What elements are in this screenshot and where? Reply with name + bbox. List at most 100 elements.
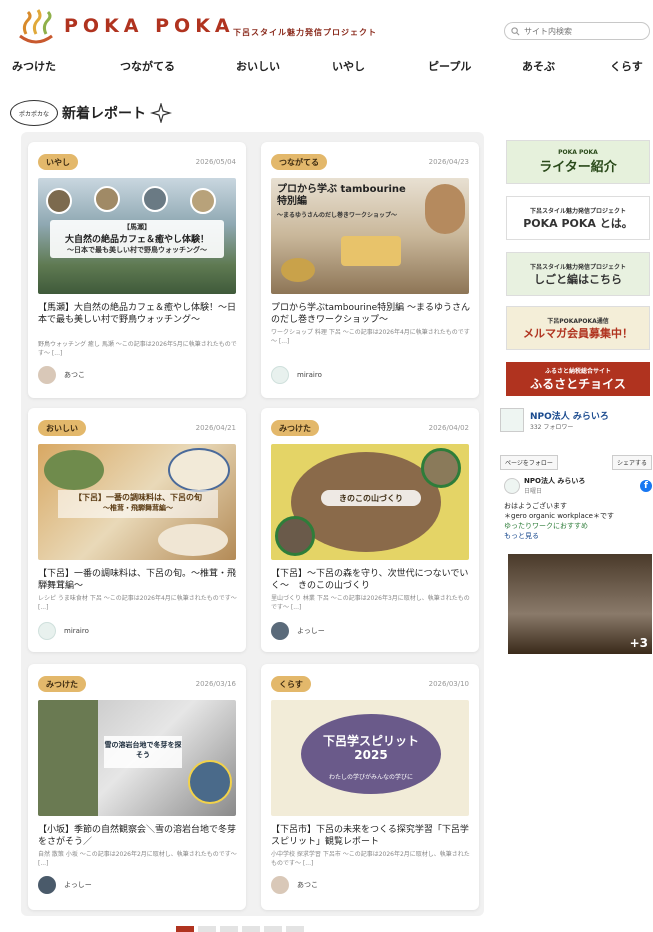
nav-item-oishii[interactable]: おいしい [236,58,280,74]
fb-page-name[interactable]: NPO法人 みらいろ [530,409,609,422]
page-link[interactable] [264,926,282,932]
facebook-icon: f [640,479,652,492]
fb-followers: 332 フォロワー [530,424,574,431]
article-thumbnail[interactable]: プロから学ぶ tambourine特別編 ～まるゆうさんのだし巻きワークショップ… [271,178,469,294]
avatar [271,622,289,640]
banner-small: 下呂スタイル魅力発信プロジェクト [529,263,626,271]
author[interactable]: あつこ [271,876,318,894]
article-thumbnail[interactable]: 【下呂】一番の調味料は、下呂の旬 ～椎茸・飛騨舞茸編～ [38,444,236,560]
thumb-subtitle: わたしの学びがみんなの学びに [328,774,413,781]
article-title[interactable]: 【下呂市】下呂の未来をつくる探究学習「下呂学スピリット」観覧レポート [271,824,471,848]
author-name: よっしー [64,881,92,889]
article-card[interactable]: いやし 2026/05/04 【馬瀬】 大自然の絶品カフェ＆癒やし体験！ ～日本… [28,142,246,398]
fb-post: NPO法人 みらいろ 日曜日 f おはようございます ＊gero organic… [504,476,652,656]
post-date: 2026/03/10 [428,680,469,688]
banner-furusato[interactable]: ふるさと納税総合サイト ふるさとチョイス [506,362,650,396]
post-date: 2026/03/16 [195,680,236,688]
banner-main: メルマガ会員募集中！ [523,326,633,340]
article-card[interactable]: おいしい 2026/04/21 【下呂】一番の調味料は、下呂の旬 ～椎茸・飛騨舞… [28,408,246,652]
thumb-title: プロから学ぶ tambourine特別編 [277,184,406,207]
fb-page-header[interactable]: NPO法人 みらいろ 332 フォロワー [500,408,652,432]
article-title[interactable]: 【馬瀬】大自然の絶品カフェ＆癒やし体験！～日本で最も美しい村で野鳥ウォッチング～ [38,302,238,326]
banner-main: ふるさとチョイス [530,377,626,391]
nav-item-iyashi[interactable]: いやし [332,58,365,74]
article-card[interactable]: みつけた 2026/04/02 きのこの山づくり 【下呂】～下呂の森を守り、次世… [261,408,479,652]
article-title[interactable]: 【下呂】～下呂の森を守り、次世代につないでいく～ きのこの山づくり [271,568,471,592]
search-icon [511,26,520,35]
fb-see-more[interactable]: もっと見る [504,531,652,541]
site-logo[interactable]: POKA POKA [14,8,235,44]
logo-text: POKA POKA [64,15,235,37]
thumb-title: きのこの山づくり [321,490,421,506]
category-tag[interactable]: みつけた [38,676,86,692]
article-excerpt: 里山づくり 林業 下呂 ～この記事は2026年3月に取材し、執筆されたものです～… [271,595,470,611]
thumb-title: 下呂学スピリット 2025 [322,734,419,762]
page-link[interactable] [242,926,260,932]
article-title[interactable]: 【下呂】一番の調味料は、下呂の旬。～椎茸・飛騨舞茸編～ [38,568,238,592]
search-input[interactable] [524,26,634,36]
nav-item-tsunagateru[interactable]: つながてる [120,58,175,74]
category-tag[interactable]: いやし [38,154,78,170]
fb-post-header: NPO法人 みらいろ 日曜日 f [504,476,652,495]
fb-follow-button[interactable]: ページをフォロー [500,454,558,470]
thumb-title: 雪の溶岩台地で冬芽を探そう [104,736,182,768]
fb-post-author[interactable]: NPO法人 みらいろ [524,476,585,486]
article-excerpt: 自然 散策 小坂 ～この記事は2026年2月に取材し、執筆されたものです～ [.… [38,851,237,867]
article-excerpt: 野鳥ウォッチング 癒し 馬瀬 ～この記事は2026年5月に執筆されたものです～ … [38,341,237,357]
main-nav: みつけた つながてる おいしい いやし ピープル あそぶ くらす [0,58,653,80]
article-thumbnail[interactable]: 雪の溶岩台地で冬芽を探そう [38,700,236,816]
article-card[interactable]: つながてる 2026/04/23 プロから学ぶ tambourine特別編 ～ま… [261,142,479,398]
banner-small: 下呂スタイル魅力発信プロジェクト [529,207,626,215]
article-thumbnail[interactable]: きのこの山づくり [271,444,469,560]
banner-writer-intro[interactable]: POKA POKA ライター紹介 [506,140,650,184]
avatar [271,876,289,894]
article-card[interactable]: くらす 2026/03/10 下呂学スピリット 2025 わたしの学びがみんなの… [261,664,479,910]
category-tag[interactable]: くらす [271,676,311,692]
article-excerpt: レシピ うま味食材 下呂 ～この記事は2026年4月に執筆されたものです～ [.… [38,595,237,611]
thumb-subtitle: ～日本で最も美しい村で野鳥ウォッチング～ [67,246,207,254]
category-tag[interactable]: つながてる [271,154,327,170]
banner-about[interactable]: 下呂スタイル魅力発信プロジェクト POKA POKA とは。 [506,196,650,240]
logo-mark-icon [19,9,53,44]
author[interactable]: よっしー [38,876,92,894]
author-name: mirairo [297,371,322,379]
author-name: mirairo [64,627,89,635]
banner-newsletter[interactable]: 下呂POKAPOKA通信 メルマガ会員募集中！ [506,306,650,350]
facebook-widget: NPO法人 みらいろ 332 フォロワー ページをフォロー シェアする NPO法… [500,408,652,656]
banner-jobs[interactable]: 下呂スタイル魅力発信プロジェクト しごと編はこちら [506,252,650,296]
author[interactable]: あつこ [38,366,85,384]
fb-post-photo[interactable]: +3 [508,554,652,654]
post-date: 2026/04/02 [428,424,469,432]
banner-main: しごと編はこちら [534,272,622,286]
nav-item-asobu[interactable]: あそぶ [522,58,555,74]
author[interactable]: mirairo [271,366,322,384]
article-excerpt: 小中学校 探求学習 下呂市 ～この記事は2026年2月に取材し、執筆されたもので… [271,851,470,867]
fb-page-avatar [500,408,524,432]
author[interactable]: mirairo [38,622,89,640]
thumb-subtitle: ～椎茸・飛騨舞茸編～ [103,504,173,512]
category-tag[interactable]: おいしい [38,420,86,436]
avatar [38,622,56,640]
fb-post-line: ＊gero organic workplace＊です [504,512,614,520]
section-heading: ポカポカな 新着レポート [10,100,172,126]
page-link[interactable] [286,926,304,932]
search-box[interactable] [504,22,650,40]
author-name: あつこ [297,881,318,889]
nav-item-kurasu[interactable]: くらす [610,58,643,74]
nav-item-mitsuketa[interactable]: みつけた [12,58,56,74]
page-link[interactable] [176,926,194,932]
category-tag[interactable]: みつけた [271,420,319,436]
page-link[interactable] [220,926,238,932]
nav-item-people[interactable]: ピープル [428,58,471,74]
post-date: 2026/05/04 [195,158,236,166]
article-title[interactable]: 【小坂】季節の自然観察会＼雪の溶岩台地で冬芽をさがそう／ [38,824,238,848]
article-thumbnail[interactable]: 【馬瀬】 大自然の絶品カフェ＆癒やし体験！ ～日本で最も美しい村で野鳥ウォッチン… [38,178,236,294]
author[interactable]: よっしー [271,622,325,640]
article-card[interactable]: みつけた 2026/03/16 雪の溶岩台地で冬芽を探そう 【小坂】季節の自然観… [28,664,246,910]
page-link[interactable] [198,926,216,932]
photo-count: +3 [629,636,648,650]
author-name: よっしー [297,627,325,635]
article-title[interactable]: プロから学ぶtambourine特別編 ～まるゆうさんのだし巻きワークショップ～ [271,302,471,326]
article-thumbnail[interactable]: 下呂学スピリット 2025 わたしの学びがみんなの学びに [271,700,469,816]
fb-share-button[interactable]: シェアする [611,454,652,470]
